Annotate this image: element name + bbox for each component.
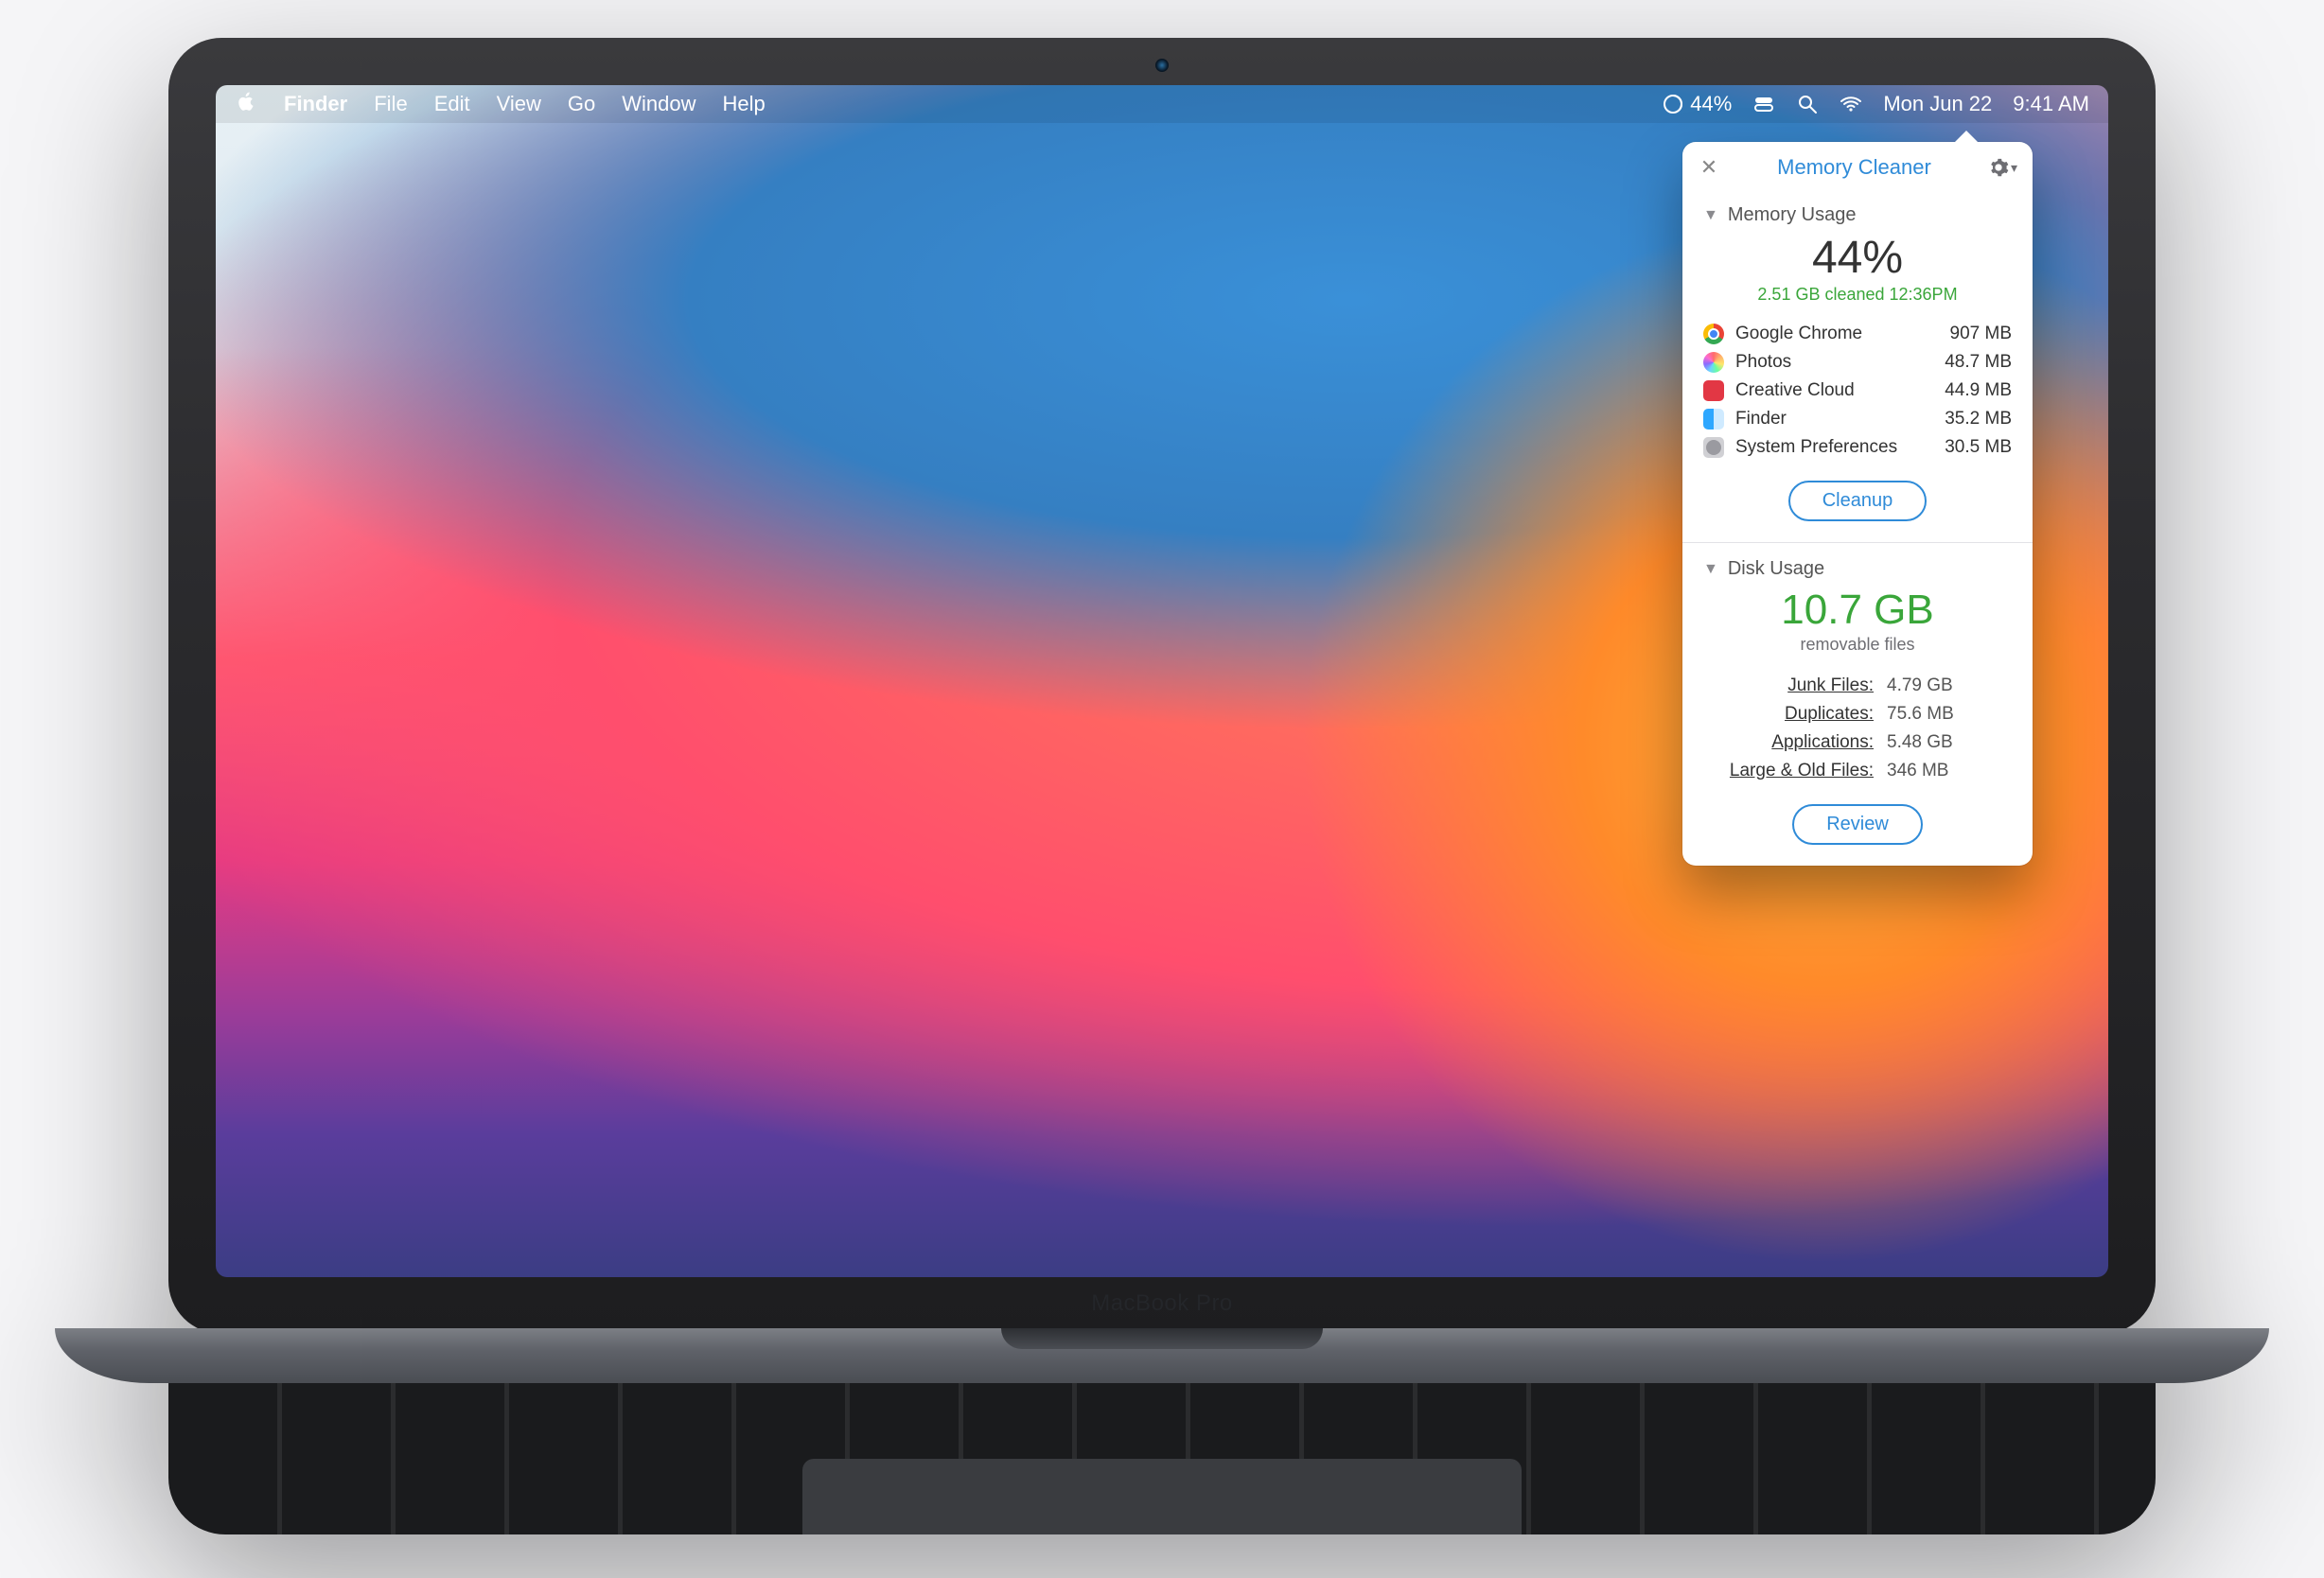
disk-row-duplicates: Duplicates: 75.6 MB bbox=[1703, 700, 2012, 728]
disk-removable-value: 10.7 GB bbox=[1703, 589, 2012, 631]
disk-row-applications: Applications: 5.48 GB bbox=[1703, 728, 2012, 757]
chevron-down-icon: ▾ bbox=[2011, 160, 2017, 176]
creative-cloud-icon bbox=[1703, 380, 1724, 401]
process-row: System Preferences 30.5 MB bbox=[1703, 433, 2012, 462]
wifi-icon[interactable] bbox=[1840, 93, 1862, 115]
process-size: 35.2 MB bbox=[1945, 409, 2012, 430]
menu-view[interactable]: View bbox=[497, 92, 541, 116]
memory-usage-percent: 44% bbox=[1703, 236, 2012, 281]
process-list: Google Chrome 907 MB Photos 48.7 MB Crea… bbox=[1703, 320, 2012, 462]
menu-help[interactable]: Help bbox=[723, 92, 766, 116]
menu-file[interactable]: File bbox=[374, 92, 407, 116]
memory-cleaner-status-icon[interactable]: 44% bbox=[1662, 92, 1732, 116]
process-row: Google Chrome 907 MB bbox=[1703, 320, 2012, 348]
memory-usage-section: ▼ Memory Usage 44% 2.51 GB cleaned 12:36… bbox=[1682, 189, 2033, 542]
apple-menu-icon[interactable] bbox=[235, 90, 257, 118]
chrome-icon bbox=[1703, 324, 1724, 344]
disk-row-label[interactable]: Duplicates: bbox=[1703, 704, 1874, 725]
keyboard-deck bbox=[168, 1383, 2156, 1534]
menu-window[interactable]: Window bbox=[622, 92, 695, 116]
cleanup-button[interactable]: Cleanup bbox=[1788, 481, 1928, 521]
disk-row-value: 4.79 GB bbox=[1887, 675, 1953, 696]
menubar-left: Finder File Edit View Go Window Help bbox=[235, 90, 766, 118]
disk-row-junk: Junk Files: 4.79 GB bbox=[1703, 672, 2012, 700]
desktop-screen: Finder File Edit View Go Window Help 44% bbox=[216, 85, 2108, 1277]
disclosure-triangle-icon: ▼ bbox=[1703, 207, 1718, 224]
gear-icon bbox=[1988, 157, 2009, 178]
process-name: Photos bbox=[1735, 352, 1791, 373]
disk-row-value: 346 MB bbox=[1887, 761, 1948, 781]
disk-row-label[interactable]: Junk Files: bbox=[1703, 675, 1874, 696]
process-row: Photos 48.7 MB bbox=[1703, 348, 2012, 377]
review-button[interactable]: Review bbox=[1792, 804, 1923, 845]
disk-usage-section: ▼ Disk Usage 10.7 GB removable files Jun… bbox=[1682, 543, 2033, 866]
close-icon[interactable]: ✕ bbox=[1698, 155, 1720, 180]
disk-row-value: 75.6 MB bbox=[1887, 704, 1954, 725]
disk-breakdown-list: Junk Files: 4.79 GB Duplicates: 75.6 MB … bbox=[1703, 672, 2012, 785]
camera-dot bbox=[1155, 59, 1169, 72]
hinge-notch bbox=[1001, 1328, 1323, 1349]
spotlight-search-icon[interactable] bbox=[1796, 93, 1819, 115]
process-name: Google Chrome bbox=[1735, 324, 1862, 344]
finder-icon bbox=[1703, 409, 1724, 430]
popover-header: ✕ Memory Cleaner ▾ bbox=[1682, 142, 2033, 189]
memory-cleaner-status-pct: 44% bbox=[1690, 92, 1732, 116]
hardware-label: MacBook Pro bbox=[1091, 1290, 1233, 1317]
settings-gear-button[interactable]: ▾ bbox=[1988, 157, 2017, 178]
popover-title: Memory Cleaner bbox=[1777, 155, 1931, 180]
menubar-right: 44% Mon Jun 22 9:41 AM bbox=[1662, 92, 2089, 116]
memory-cleaner-popover: ✕ Memory Cleaner ▾ ▼ Memory Usage 44% 2.… bbox=[1682, 142, 2033, 866]
process-row: Creative Cloud 44.9 MB bbox=[1703, 377, 2012, 405]
memory-usage-header[interactable]: ▼ Memory Usage bbox=[1703, 204, 2012, 226]
process-name: Creative Cloud bbox=[1735, 380, 1855, 401]
process-name: System Preferences bbox=[1735, 437, 1897, 458]
memory-usage-heading: Memory Usage bbox=[1728, 204, 1857, 226]
macos-menubar: Finder File Edit View Go Window Help 44% bbox=[216, 85, 2108, 123]
disk-row-value: 5.48 GB bbox=[1887, 732, 1953, 753]
memory-cleaned-line: 2.51 GB cleaned 12:36PM bbox=[1703, 285, 2012, 305]
disk-usage-heading: Disk Usage bbox=[1728, 558, 1824, 580]
menu-edit[interactable]: Edit bbox=[434, 92, 470, 116]
laptop-base bbox=[55, 1328, 2269, 1383]
disk-row-label[interactable]: Large & Old Files: bbox=[1703, 761, 1874, 781]
active-app-name[interactable]: Finder bbox=[284, 92, 347, 116]
disk-row-label[interactable]: Applications: bbox=[1703, 732, 1874, 753]
disk-removable-caption: removable files bbox=[1703, 635, 2012, 655]
process-size: 44.9 MB bbox=[1945, 380, 2012, 401]
menubar-date[interactable]: Mon Jun 22 bbox=[1883, 92, 1992, 116]
process-row: Finder 35.2 MB bbox=[1703, 405, 2012, 433]
trackpad bbox=[802, 1459, 1522, 1534]
process-size: 30.5 MB bbox=[1945, 437, 2012, 458]
disk-usage-header[interactable]: ▼ Disk Usage bbox=[1703, 558, 2012, 580]
process-name: Finder bbox=[1735, 409, 1787, 430]
photos-icon bbox=[1703, 352, 1724, 373]
menu-go[interactable]: Go bbox=[568, 92, 595, 116]
process-size: 48.7 MB bbox=[1945, 352, 2012, 373]
menubar-time[interactable]: 9:41 AM bbox=[2013, 92, 2089, 116]
laptop-frame: Finder File Edit View Go Window Help 44% bbox=[55, 38, 2269, 1534]
disk-row-large-old: Large & Old Files: 346 MB bbox=[1703, 757, 2012, 785]
screen-bezel: Finder File Edit View Go Window Help 44% bbox=[168, 38, 2156, 1334]
process-size: 907 MB bbox=[1950, 324, 2012, 344]
system-preferences-icon bbox=[1703, 437, 1724, 458]
control-center-icon[interactable] bbox=[1752, 93, 1775, 115]
disclosure-triangle-icon: ▼ bbox=[1703, 561, 1718, 578]
